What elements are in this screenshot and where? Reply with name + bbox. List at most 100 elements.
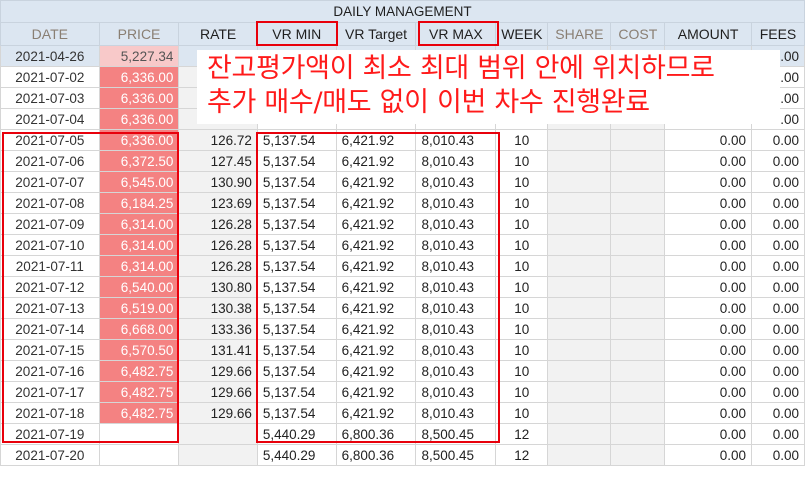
cell-max[interactable]: 8,010.43: [415, 234, 497, 256]
cell-min[interactable]: 5,137.54: [256, 150, 337, 172]
cell-week[interactable]: 12: [495, 423, 549, 445]
cell-max[interactable]: 8,010.43: [415, 213, 497, 235]
cell-date[interactable]: 2021-07-07: [0, 171, 100, 193]
cell-min[interactable]: 5,440.29: [256, 444, 337, 466]
cell-max[interactable]: 8,010.43: [415, 339, 497, 361]
cell-target[interactable]: 6,421.92: [335, 276, 417, 298]
cell-cost[interactable]: [610, 192, 666, 214]
cell-min[interactable]: 5,137.54: [256, 360, 337, 382]
column-header-vr-min[interactable]: VR MIN: [256, 22, 337, 46]
cell-date[interactable]: 2021-07-05: [0, 129, 100, 151]
cell-cost[interactable]: [610, 402, 666, 424]
cell-min[interactable]: 5,137.54: [256, 255, 337, 277]
cell-share[interactable]: [547, 360, 612, 382]
column-header-date[interactable]: DATE: [0, 22, 100, 46]
cell-fees[interactable]: 0.00: [751, 339, 805, 361]
cell-target[interactable]: 6,421.92: [335, 402, 417, 424]
cell-amount[interactable]: 0.00: [664, 318, 752, 340]
cell-amount[interactable]: 0.00: [664, 129, 752, 151]
cell-target[interactable]: 6,421.92: [335, 213, 417, 235]
cell-price[interactable]: 6,570.50: [98, 339, 180, 361]
cell-cost[interactable]: [610, 423, 666, 445]
column-header-price[interactable]: PRICE: [98, 22, 180, 46]
cell-price[interactable]: 6,482.75: [98, 381, 180, 403]
cell-cost[interactable]: [610, 171, 666, 193]
cell-max[interactable]: 8,010.43: [415, 255, 497, 277]
cell-amount[interactable]: 0.00: [664, 192, 752, 214]
cell-rate[interactable]: 133.36: [178, 318, 258, 340]
cell-week[interactable]: 10: [495, 192, 549, 214]
cell-price[interactable]: 6,336.00: [98, 129, 180, 151]
cell-target[interactable]: 6,421.92: [335, 297, 417, 319]
cell-cost[interactable]: [610, 339, 666, 361]
cell-share[interactable]: [547, 213, 612, 235]
cell-cost[interactable]: [610, 129, 666, 151]
cell-fees[interactable]: 0.00: [751, 192, 805, 214]
cell-week[interactable]: 12: [495, 444, 549, 466]
cell-date[interactable]: 2021-07-20: [0, 444, 100, 466]
cell-target[interactable]: 6,421.92: [335, 234, 417, 256]
cell-week[interactable]: 10: [495, 255, 549, 277]
cell-cost[interactable]: [610, 360, 666, 382]
cell-rate[interactable]: [178, 423, 258, 445]
cell-rate[interactable]: 130.90: [178, 171, 258, 193]
cell-price[interactable]: 6,314.00: [98, 234, 180, 256]
cell-min[interactable]: 5,137.54: [256, 276, 337, 298]
cell-min[interactable]: 5,137.54: [256, 318, 337, 340]
cell-fees[interactable]: 0.00: [751, 255, 805, 277]
cell-fees[interactable]: 0.00: [751, 318, 805, 340]
cell-price[interactable]: 6,336.00: [98, 66, 180, 88]
cell-week[interactable]: 10: [495, 276, 549, 298]
cell-share[interactable]: [547, 192, 612, 214]
cell-cost[interactable]: [610, 234, 666, 256]
cell-price[interactable]: [98, 444, 180, 466]
cell-cost[interactable]: [610, 255, 666, 277]
cell-share[interactable]: [547, 150, 612, 172]
cell-fees[interactable]: 0.00: [751, 213, 805, 235]
cell-date[interactable]: 2021-07-15: [0, 339, 100, 361]
cell-cost[interactable]: [610, 318, 666, 340]
cell-cost[interactable]: [610, 150, 666, 172]
cell-max[interactable]: 8,010.43: [415, 150, 497, 172]
cell-date[interactable]: 2021-07-03: [0, 87, 100, 109]
cell-week[interactable]: 10: [495, 297, 549, 319]
cell-rate[interactable]: 126.72: [178, 129, 258, 151]
column-header-amount[interactable]: AMOUNT: [664, 22, 752, 46]
cell-week[interactable]: 10: [495, 213, 549, 235]
cell-max[interactable]: 8,010.43: [415, 402, 497, 424]
cell-min[interactable]: 5,137.54: [256, 213, 337, 235]
cell-rate[interactable]: 127.45: [178, 150, 258, 172]
cell-price[interactable]: 6,314.00: [98, 213, 180, 235]
cell-date[interactable]: 2021-07-06: [0, 150, 100, 172]
cell-price[interactable]: 6,482.75: [98, 360, 180, 382]
cell-share[interactable]: [547, 318, 612, 340]
cell-share[interactable]: [547, 339, 612, 361]
cell-week[interactable]: 10: [495, 318, 549, 340]
cell-amount[interactable]: 0.00: [664, 213, 752, 235]
cell-share[interactable]: [547, 402, 612, 424]
cell-min[interactable]: 5,440.29: [256, 423, 337, 445]
cell-share[interactable]: [547, 297, 612, 319]
cell-target[interactable]: 6,800.36: [335, 444, 417, 466]
cell-rate[interactable]: 129.66: [178, 402, 258, 424]
cell-share[interactable]: [547, 276, 612, 298]
cell-rate[interactable]: [178, 444, 258, 466]
cell-date[interactable]: 2021-07-17: [0, 381, 100, 403]
cell-date[interactable]: 2021-07-14: [0, 318, 100, 340]
cell-cost[interactable]: [610, 444, 666, 466]
column-header-vr-max[interactable]: VR MAX: [415, 22, 497, 46]
cell-rate[interactable]: 123.69: [178, 192, 258, 214]
cell-min[interactable]: 5,137.54: [256, 381, 337, 403]
column-header-share[interactable]: SHARE: [547, 22, 612, 46]
cell-target[interactable]: 6,421.92: [335, 192, 417, 214]
cell-fees[interactable]: 0.00: [751, 402, 805, 424]
cell-fees[interactable]: 0.00: [751, 423, 805, 445]
cell-amount[interactable]: 0.00: [664, 423, 752, 445]
cell-date[interactable]: 2021-07-10: [0, 234, 100, 256]
cell-target[interactable]: 6,421.92: [335, 171, 417, 193]
cell-min[interactable]: 5,137.54: [256, 192, 337, 214]
cell-price[interactable]: 6,519.00: [98, 297, 180, 319]
cell-amount[interactable]: 0.00: [664, 255, 752, 277]
cell-week[interactable]: 10: [495, 360, 549, 382]
cell-fees[interactable]: 0.00: [751, 381, 805, 403]
